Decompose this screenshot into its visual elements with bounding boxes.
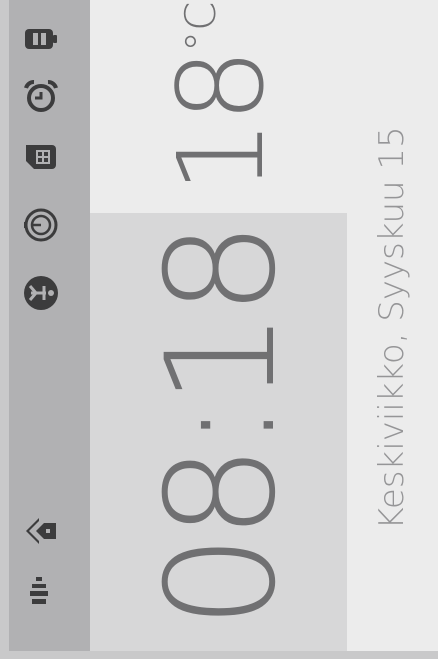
alarm-clock-icon[interactable] — [22, 78, 60, 116]
clock-time: 08:18 — [135, 226, 309, 629]
sim-card-icon[interactable] — [22, 136, 60, 174]
temperature-display: 18°C — [152, 2, 290, 194]
timer-icon[interactable] — [22, 206, 60, 244]
signal-strength-icon[interactable] — [22, 572, 60, 610]
temperature-value: 18 — [152, 51, 290, 194]
date-label: Keskiviikko, Syyskuu 15 — [372, 126, 412, 530]
accessibility-icon[interactable] — [22, 274, 60, 312]
battery-icon[interactable] — [22, 20, 60, 58]
temperature-unit: °C — [176, 1, 225, 52]
home-icon[interactable] — [22, 512, 60, 550]
